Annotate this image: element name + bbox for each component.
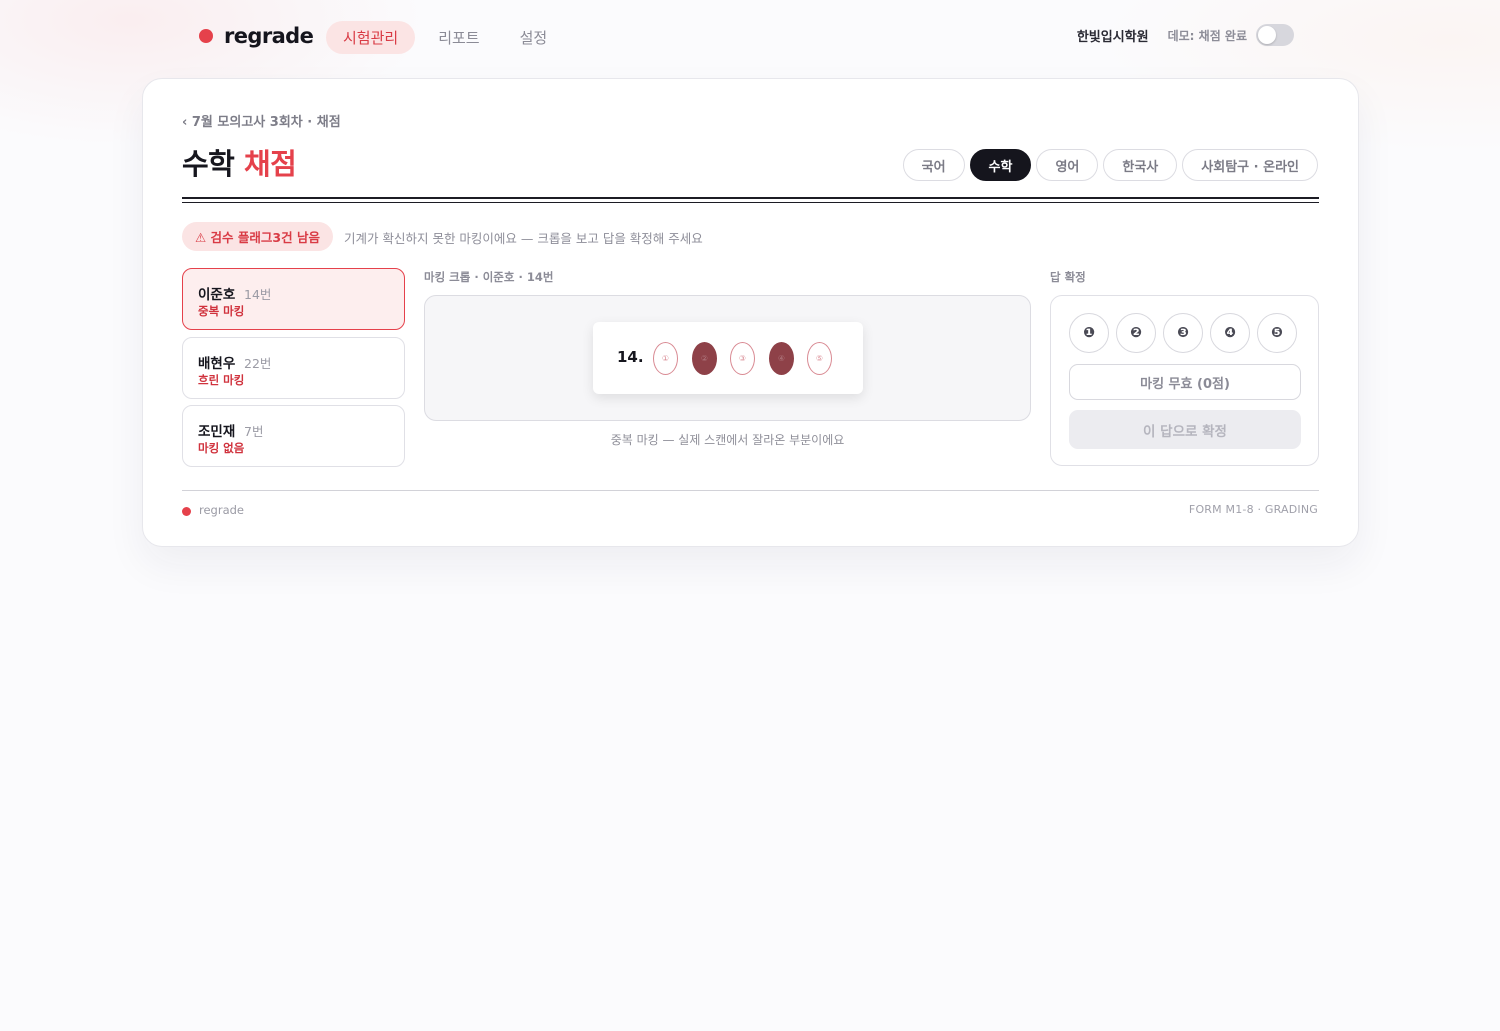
- omr-bubble-1: ①: [653, 342, 678, 375]
- student-name: 배현우: [198, 356, 236, 372]
- omr-bubble-3: ③: [730, 342, 755, 375]
- footer-divider: [182, 490, 1319, 491]
- brand-name: regrade: [224, 24, 314, 48]
- student-item[interactable]: 조민재 7번 마킹 없음: [182, 405, 405, 467]
- nav-tab-settings[interactable]: 설정: [503, 21, 565, 54]
- student-number: 22번: [244, 356, 272, 371]
- page-title-subject: 수학: [182, 147, 235, 181]
- subject-tab-social-studies[interactable]: 사회탐구 · 온라인: [1182, 149, 1318, 181]
- subject-tabs: 국어 수학 영어 한국사 사회탐구 · 온라인: [898, 149, 1318, 181]
- header-divider-thin: [182, 202, 1319, 203]
- confirm-answer-button[interactable]: 이 답으로 확정: [1069, 410, 1301, 449]
- student-issue: 흐린 마킹: [198, 373, 245, 387]
- marking-crop-viewer: 14. ① ② ③ ④ ⑤: [424, 295, 1031, 421]
- header-divider-thick: [182, 197, 1319, 199]
- invalid-marking-button[interactable]: 마킹 무효 (0점): [1069, 364, 1301, 400]
- nav-tab-exams[interactable]: 시험관리: [326, 21, 416, 54]
- subject-tab-english[interactable]: 영어: [1036, 149, 1099, 181]
- page-title-accent: 채점: [243, 147, 297, 181]
- answer-option-4[interactable]: ❹: [1210, 313, 1250, 353]
- toggle-knob: [1258, 26, 1276, 44]
- answer-option-2[interactable]: ❷: [1116, 313, 1156, 353]
- review-flag-description: 기계가 확신하지 못한 마킹이에요 — 크롭을 보고 답을 확정해 주세요: [344, 231, 703, 246]
- crop-caption: 중복 마킹 — 실제 스캔에서 잘라온 부분이에요: [610, 433, 845, 447]
- grading-card: ‹ 7월 모의고사 3회차 · 채점 수학 채점 국어 수학 영어 한국사 사회…: [142, 78, 1359, 547]
- student-name: 이준호: [198, 287, 236, 303]
- student-name: 조민재: [198, 424, 236, 440]
- nav-right-group: 한빛입시학원 데모: 채점 완료: [1077, 24, 1294, 46]
- main-nav-tabs: 시험관리 리포트 설정: [326, 21, 570, 54]
- student-item[interactable]: 배현우 22번 흐린 마킹: [182, 337, 405, 399]
- crop-label: 마킹 크롭 · 이준호 · 14번: [424, 270, 554, 284]
- omr-bubble-2-filled: ②: [692, 342, 717, 375]
- footer-brand: regrade: [199, 503, 245, 517]
- answer-option-1[interactable]: ❶: [1069, 313, 1109, 353]
- answer-option-3[interactable]: ❸: [1163, 313, 1203, 353]
- subject-tab-korean[interactable]: 국어: [902, 149, 965, 181]
- answer-confirm-label: 답 확정: [1050, 270, 1086, 284]
- student-number: 7번: [244, 424, 264, 439]
- organization-name: 한빛입시학원: [1076, 29, 1149, 45]
- page-title: 수학 채점: [182, 141, 297, 183]
- review-flag-badge: ⚠ 검수 플래그3건 남음: [182, 222, 333, 251]
- brand-dot-icon: [199, 29, 213, 43]
- student-item-selected[interactable]: 이준호 14번 중복 마킹: [182, 268, 405, 330]
- footer-form-code: FORM M1-8 · GRADING: [1188, 503, 1318, 516]
- demo-toggle[interactable]: [1256, 24, 1294, 46]
- footer-brand-dot-icon: [182, 507, 191, 516]
- student-issue: 중복 마킹: [198, 304, 245, 318]
- scan-crop-image: 14. ① ② ③ ④ ⑤: [593, 322, 863, 394]
- brand-logo[interactable]: regrade: [199, 24, 314, 48]
- demo-toggle-label: 데모: 채점 완료: [1167, 28, 1247, 43]
- student-number: 14번: [244, 287, 272, 302]
- student-issue: 마킹 없음: [198, 441, 245, 455]
- subject-tab-korean-history[interactable]: 한국사: [1103, 149, 1178, 181]
- nav-tab-reports[interactable]: 리포트: [421, 21, 496, 54]
- omr-bubble-5: ⑤: [807, 342, 832, 375]
- subject-tab-math[interactable]: 수학: [969, 149, 1032, 181]
- top-navigation: regrade 시험관리 리포트 설정 한빛입시학원 데모: 채점 완료: [0, 0, 1500, 76]
- answer-option-5[interactable]: ❺: [1257, 313, 1297, 353]
- answer-confirm-panel: ❶ ❷ ❸ ❹ ❺ 마킹 무효 (0점) 이 답으로 확정: [1050, 295, 1319, 466]
- question-number: 14.: [617, 348, 644, 366]
- breadcrumb-back-link[interactable]: ‹ 7월 모의고사 3회차 · 채점: [182, 111, 341, 130]
- omr-bubble-4-filled: ④: [769, 342, 794, 375]
